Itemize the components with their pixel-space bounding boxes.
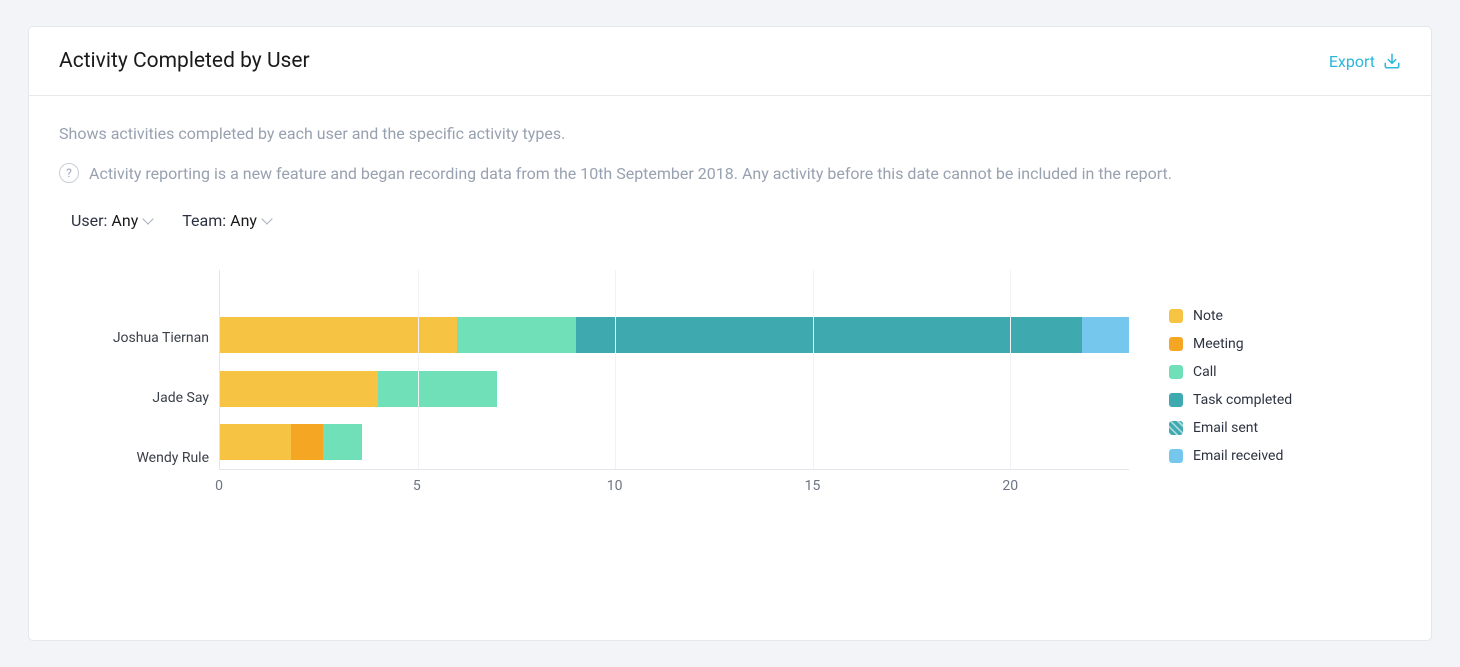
- stacked-bar[interactable]: [220, 371, 1129, 407]
- bar-segment[interactable]: [220, 371, 378, 407]
- plot: 05101520: [219, 270, 1129, 510]
- bar-segment[interactable]: [220, 424, 291, 460]
- legend-swatch: [1169, 309, 1183, 323]
- user-filter-label: User:: [71, 211, 107, 230]
- legend-label: Task completed: [1193, 392, 1292, 408]
- bar-segment[interactable]: [378, 371, 497, 407]
- notice-text: Activity reporting is a new feature and …: [89, 164, 1172, 183]
- plot-area: [219, 270, 1129, 470]
- gridline: [813, 270, 814, 469]
- y-axis-labels: Joshua TiernanJade SayWendy Rule: [89, 270, 219, 510]
- chevron-down-icon: [143, 213, 154, 224]
- bar-segment[interactable]: [457, 317, 576, 353]
- x-axis-tick: 15: [805, 478, 821, 494]
- chevron-down-icon: [261, 213, 272, 224]
- legend-item[interactable]: Meeting: [1169, 336, 1292, 352]
- y-axis-label: Joshua Tiernan: [113, 308, 209, 368]
- report-card: Activity Completed by User Export Shows …: [28, 26, 1432, 641]
- card-header: Activity Completed by User Export: [29, 27, 1431, 96]
- legend-item[interactable]: Email received: [1169, 448, 1292, 464]
- legend-item[interactable]: Call: [1169, 364, 1292, 380]
- team-filter-label: Team:: [182, 211, 226, 230]
- bar-row: [220, 308, 1129, 362]
- help-icon[interactable]: ?: [59, 163, 79, 183]
- x-axis-tick: 5: [413, 478, 421, 494]
- bar-segment[interactable]: [576, 317, 1082, 353]
- legend-label: Email sent: [1193, 420, 1258, 436]
- legend-swatch: [1169, 449, 1183, 463]
- legend-item[interactable]: Note: [1169, 308, 1292, 324]
- legend-swatch: [1169, 421, 1183, 435]
- legend-swatch: [1169, 337, 1183, 351]
- legend-label: Meeting: [1193, 336, 1244, 352]
- bar-segment[interactable]: [1082, 317, 1129, 353]
- legend-swatch: [1169, 393, 1183, 407]
- x-axis-tick: 20: [1002, 478, 1018, 494]
- user-filter-value: Any: [111, 211, 138, 230]
- page-title: Activity Completed by User: [59, 49, 310, 73]
- gridline: [418, 270, 419, 469]
- bar-segment[interactable]: [220, 317, 457, 353]
- team-filter-value: Any: [230, 211, 257, 230]
- legend-label: Email received: [1193, 448, 1283, 464]
- x-axis-tick: 0: [215, 478, 223, 494]
- bar-segment[interactable]: [323, 424, 363, 460]
- stacked-bar[interactable]: [220, 317, 1129, 353]
- bar-row: [220, 415, 1129, 469]
- export-button[interactable]: Export: [1329, 52, 1401, 71]
- bar-stack-container: [220, 270, 1129, 469]
- report-description: Shows activities completed by each user …: [59, 124, 1401, 143]
- bar-segment[interactable]: [291, 424, 323, 460]
- chart: Joshua TiernanJade SayWendy Rule 0 5 10 15 2…: [59, 270, 1401, 510]
- filters-row: User: Any Team: Any: [59, 211, 1401, 230]
- stacked-bar[interactable]: [220, 424, 1129, 460]
- x-axis-tick: 10: [607, 478, 623, 494]
- gridline: [1010, 270, 1011, 469]
- user-filter[interactable]: User: Any: [71, 211, 152, 230]
- y-axis-label: Jade Say: [152, 368, 209, 428]
- legend-label: Call: [1193, 364, 1217, 380]
- legend: Note Meeting Call Task completed Email sent E…: [1169, 270, 1292, 510]
- legend-label: Note: [1193, 308, 1223, 324]
- export-label: Export: [1329, 52, 1375, 71]
- card-body: Shows activities completed by each user …: [29, 96, 1431, 540]
- feature-notice: ? Activity reporting is a new feature an…: [59, 163, 1401, 183]
- x-axis-ticks: 05101520: [219, 470, 1129, 500]
- export-icon: [1383, 52, 1401, 70]
- legend-item[interactable]: Task completed: [1169, 392, 1292, 408]
- legend-swatch: [1169, 365, 1183, 379]
- team-filter[interactable]: Team: Any: [182, 211, 271, 230]
- y-axis-label: Wendy Rule: [136, 428, 209, 488]
- legend-item[interactable]: Email sent: [1169, 420, 1292, 436]
- gridline: [615, 270, 616, 469]
- bar-row: [220, 362, 1129, 416]
